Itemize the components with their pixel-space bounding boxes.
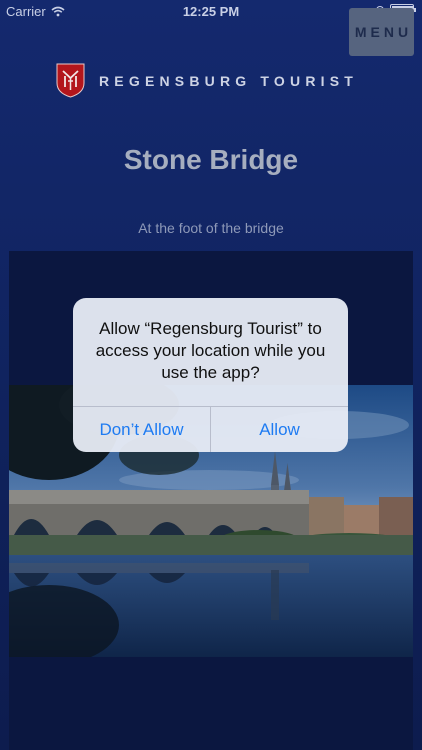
alert-message: Allow “Regensburg Tourist” to access you… — [95, 319, 326, 382]
location-permission-alert: Allow “Regensburg Tourist” to access you… — [73, 298, 348, 452]
dont-allow-button[interactable]: Don’t Allow — [73, 407, 210, 452]
brand-name: REGENSBURG TOURIST — [99, 72, 359, 89]
allow-button[interactable]: Allow — [211, 407, 348, 452]
regensburg-crest-icon — [56, 63, 85, 98]
brand-header: REGENSBURG TOURIST — [56, 63, 358, 98]
menu-button[interactable]: MENU — [349, 8, 414, 56]
page-subtitle: At the foot of the bridge — [138, 220, 284, 236]
menu-label: MENU — [354, 24, 413, 40]
allow-label: Allow — [259, 419, 300, 439]
page-title: Stone Bridge — [123, 144, 299, 175]
dont-allow-label: Don’t Allow — [99, 419, 184, 439]
